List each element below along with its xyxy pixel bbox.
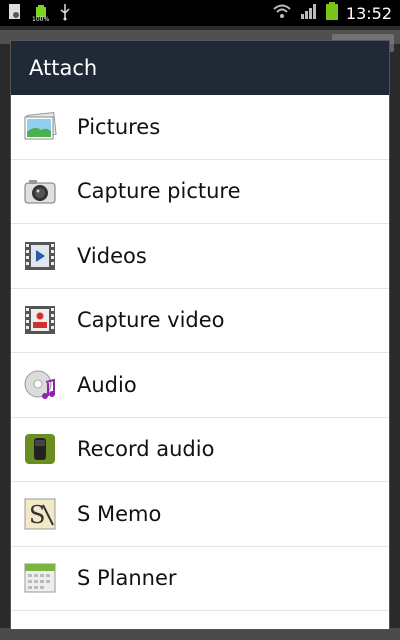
attach-option-label: Pictures	[77, 114, 161, 139]
calendar-icon	[23, 561, 57, 595]
attach-option-label: Audio	[77, 372, 137, 397]
dialog-title: Attach	[11, 41, 389, 95]
attach-option-pictures[interactable]: Pictures	[11, 95, 389, 160]
attach-option-s-planner[interactable]: S Planner	[11, 547, 389, 611]
status-bar: 100% 13:52	[0, 0, 400, 26]
attach-dialog: Attach Pictures Capture picture Videos C…	[10, 40, 390, 630]
usb-icon	[59, 3, 71, 25]
pictures-icon	[23, 110, 57, 144]
video-icon	[23, 239, 57, 273]
status-time: 13:52	[345, 3, 392, 23]
attach-option-label: Videos	[77, 243, 147, 268]
status-left-icons: 100%	[8, 3, 71, 25]
audio-icon	[23, 368, 57, 402]
battery-percent-label: 100%	[32, 16, 50, 23]
camera-icon	[23, 174, 57, 208]
attach-option-record-audio[interactable]: Record audio	[11, 418, 389, 482]
battery-small-icon: 100%	[32, 5, 49, 23]
attach-option-label: Record audio	[77, 437, 215, 462]
battery-icon	[325, 2, 338, 24]
microphone-icon	[23, 432, 57, 466]
attach-option-videos[interactable]: Videos	[11, 224, 389, 289]
attach-option-label: S Memo	[77, 501, 162, 526]
attach-option-capture-video[interactable]: Capture video	[11, 289, 389, 353]
attach-option-label: S Planner	[77, 566, 177, 591]
attach-options-list: Pictures Capture picture Videos Capture …	[11, 95, 389, 611]
attach-option-label: Capture picture	[77, 179, 241, 204]
status-right-icons: 13:52	[272, 0, 392, 26]
record-video-icon	[23, 303, 57, 337]
settings-file-icon	[8, 3, 22, 25]
attach-option-s-memo[interactable]: S S Memo	[11, 482, 389, 547]
attach-option-capture-picture[interactable]: Capture picture	[11, 160, 389, 224]
s-memo-icon: S	[23, 497, 57, 531]
wifi-icon	[272, 3, 292, 23]
attach-option-label: Capture video	[77, 308, 225, 333]
attach-option-audio[interactable]: Audio	[11, 353, 389, 418]
signal-icon	[300, 3, 318, 23]
